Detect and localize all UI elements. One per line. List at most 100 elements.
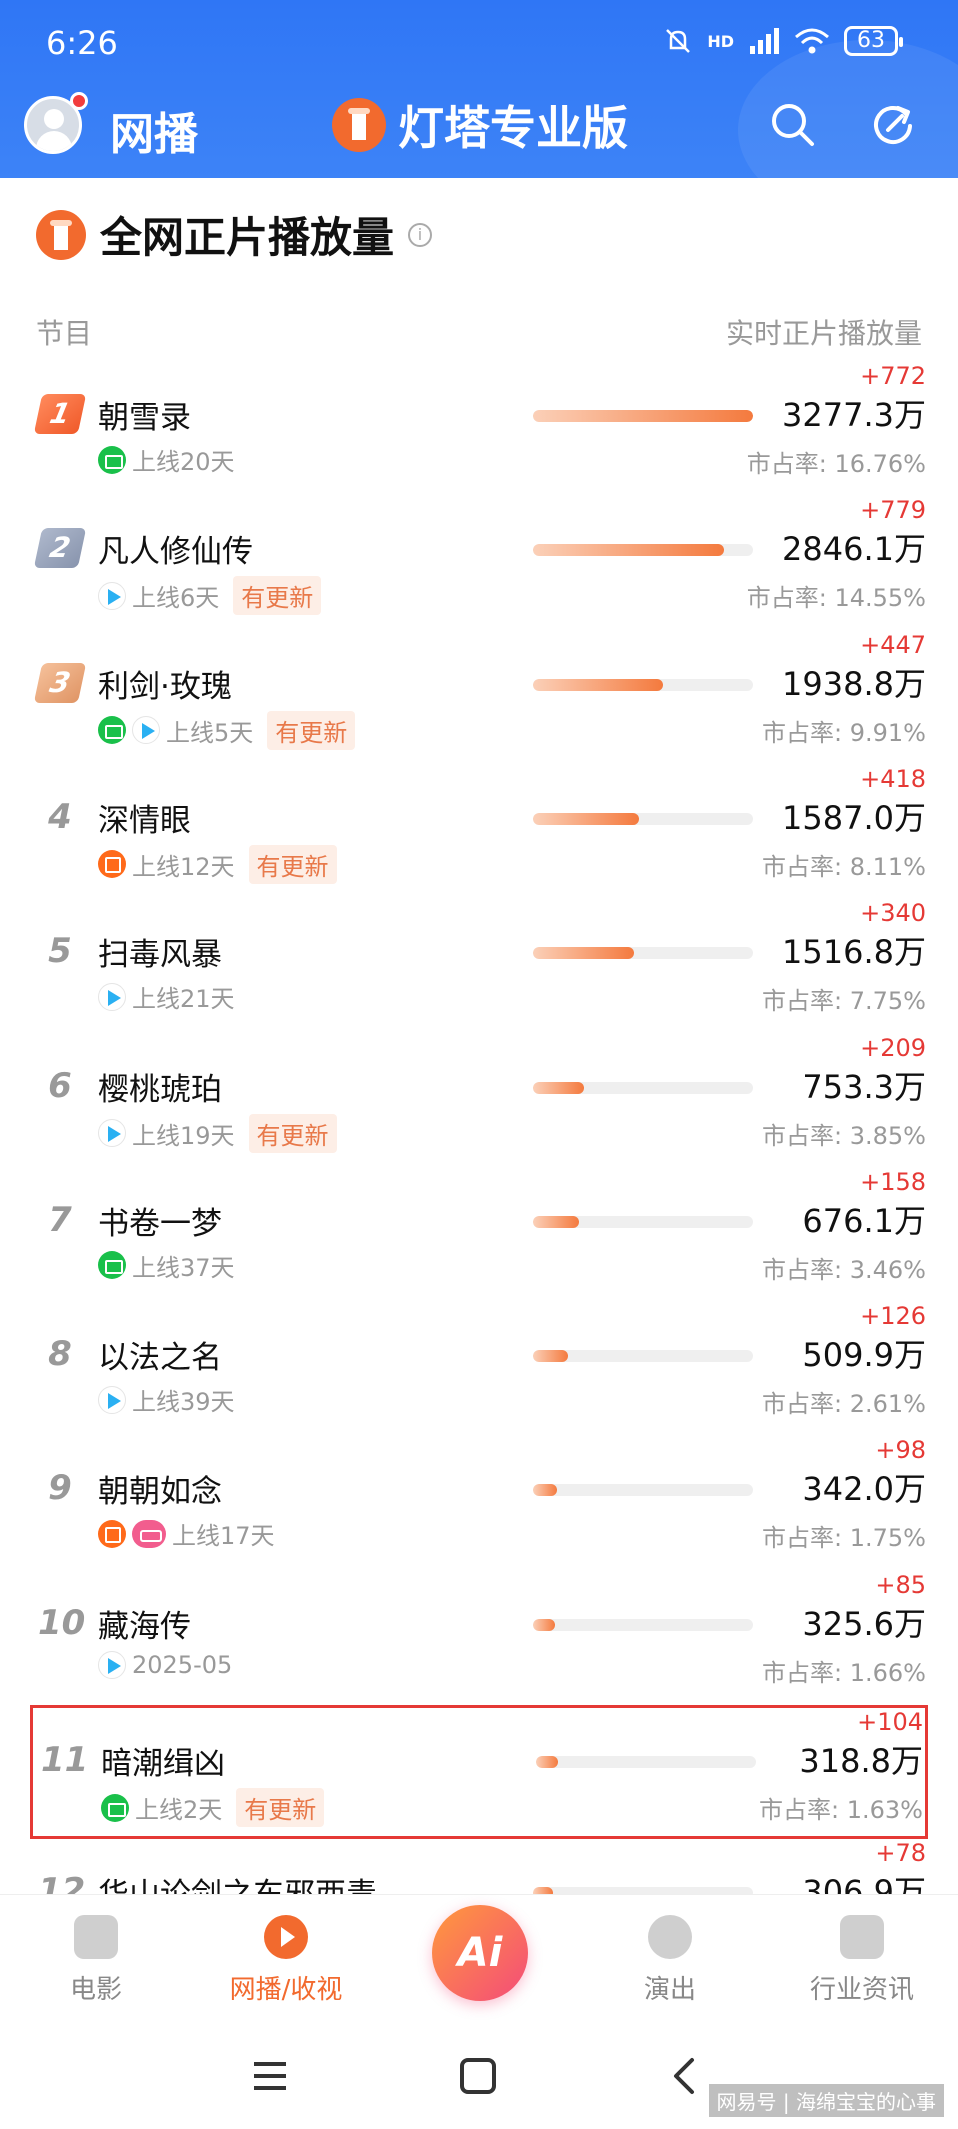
rank-badge: 2 <box>33 528 87 569</box>
tab-label: 电影 <box>69 1975 122 2005</box>
play-delta: +418 <box>860 764 926 793</box>
online-days: 上线21天 <box>132 985 235 1014</box>
tencent-platform-icon <box>98 1385 126 1414</box>
table-row[interactable]: 6 樱桃琥珀 上线19天 有更新 +209 753.3万 市占率: 3.85% <box>30 1034 928 1168</box>
show-meta: 上线19天 有更新 <box>98 1113 337 1153</box>
market-share: 市占率: 3.85% <box>762 1121 926 1150</box>
section-header: 全网正片播放量 i <box>36 204 433 265</box>
ai-button[interactable]: Ai <box>432 1905 528 2001</box>
lighthouse-logo-icon <box>332 98 386 152</box>
play-bar-fill <box>533 947 635 960</box>
play-count: 2846.1万 <box>782 530 926 569</box>
show-title[interactable]: 凡人修仙传 <box>98 526 253 571</box>
home-icon[interactable] <box>456 2054 500 2098</box>
play-count: 342.0万 <box>802 1470 926 1509</box>
show-meta: 上线21天 <box>98 979 235 1014</box>
update-badge: 有更新 <box>248 1113 337 1153</box>
show-title[interactable]: 以法之名 <box>98 1332 222 1377</box>
market-share: 市占率: 16.76% <box>746 450 926 478</box>
play-count: 1516.8万 <box>782 933 926 972</box>
show-meta: 2025-05 <box>98 1650 232 1679</box>
play-bar-track <box>533 544 753 557</box>
rank-badge: 8 <box>48 1334 72 1375</box>
tab-label: 行业资讯 <box>809 1975 914 2005</box>
show-title[interactable]: 扫毒风暴 <box>98 929 222 974</box>
table-row[interactable]: 5 扫毒风暴 上线21天 +340 1516.8万 市占率: 7.75% <box>30 899 928 1033</box>
play-count: 1938.8万 <box>782 664 926 703</box>
tencent-platform-icon <box>98 1650 126 1679</box>
play-bar-track <box>533 1081 753 1094</box>
play-count: 1587.0万 <box>782 798 926 837</box>
market-share: 市占率: 1.75% <box>762 1524 926 1553</box>
play-delta: +779 <box>860 496 926 525</box>
tab-performance[interactable]: 演出 <box>600 1915 740 2006</box>
lighthouse-icon <box>36 209 86 260</box>
bili-platform-icon <box>132 1519 166 1548</box>
table-row[interactable]: 3 利剑·玫瑰 上线5天 有更新 +447 1938.8万 市占率: 9.91% <box>30 631 928 765</box>
play-count: 318.8万 <box>799 1742 923 1780</box>
show-meta: 上线6天 有更新 <box>98 576 322 616</box>
status-icons: HD 63 <box>663 26 903 56</box>
iqiyi-platform-icon <box>98 1251 126 1280</box>
share-icon[interactable] <box>868 100 918 150</box>
menu-icon[interactable] <box>248 2054 292 2098</box>
show-title[interactable]: 书卷一梦 <box>98 1198 222 1243</box>
tencent-platform-icon <box>98 581 126 610</box>
tab-webcast[interactable]: 网播/收视 <box>216 1915 356 2006</box>
table-row[interactable]: 10 藏海传 2025-05 +85 325.6万 市占率: 1.66% <box>30 1571 928 1705</box>
back-icon[interactable] <box>664 2054 708 2098</box>
network-label: HD <box>707 31 734 51</box>
rank-badge: 11 <box>41 1740 89 1780</box>
play-delta: +104 <box>857 1708 923 1736</box>
iqiyi-platform-icon <box>98 716 126 745</box>
system-nav-bar: 网易号 | 海绵宝宝的心事 <box>0 2024 958 2129</box>
tab-label: 演出 <box>643 1975 696 2005</box>
market-share: 市占率: 8.11% <box>762 852 926 881</box>
show-title[interactable]: 暗潮缉凶 <box>101 1738 225 1783</box>
table-row[interactable]: 4 深情眼 上线12天 有更新 +418 1587.0万 市占率: 8.11% <box>30 765 928 899</box>
table-row[interactable]: 7 书卷一梦 上线37天 +158 676.1万 市占率: 3.46% <box>30 1168 928 1302</box>
tab-movie[interactable]: 电影 <box>26 1915 166 2006</box>
news-icon <box>840 1915 884 1959</box>
table-row[interactable]: 8 以法之名 上线39天 +126 509.9万 市占率: 2.61% <box>30 1302 928 1436</box>
search-icon[interactable] <box>768 100 818 150</box>
play-bar-fill <box>533 1081 584 1094</box>
watermark: 网易号 | 海绵宝宝的心事 <box>708 2084 944 2117</box>
show-title[interactable]: 深情眼 <box>98 795 191 840</box>
play-delta: +772 <box>860 362 926 390</box>
play-count: 753.3万 <box>802 1067 926 1106</box>
table-row[interactable]: 2 凡人修仙传 上线6天 有更新 +779 2846.1万 市占率: 14.55% <box>30 496 928 630</box>
online-days: 上线2天 <box>135 1796 223 1824</box>
show-meta: 上线12天 有更新 <box>98 844 337 884</box>
table-row[interactable]: 1 朝雪录 上线20天 +772 3277.3万 市占率: 16.76% <box>30 362 928 496</box>
market-share: 市占率: 2.61% <box>762 1390 926 1419</box>
online-days: 上线6天 <box>132 584 220 613</box>
market-share: 市占率: 7.75% <box>762 987 926 1016</box>
play-bar-fill <box>536 1756 558 1768</box>
play-bar-fill <box>533 1215 580 1228</box>
show-title[interactable]: 藏海传 <box>98 1601 191 1646</box>
nav-tab-label[interactable]: 网播 <box>110 98 198 162</box>
tab-news[interactable]: 行业资讯 <box>792 1915 932 2006</box>
mango-platform-icon <box>98 1519 126 1548</box>
app-header: 6:26 HD 63 网播 灯塔专业版 <box>0 0 958 178</box>
play-count: 676.1万 <box>802 1201 926 1240</box>
table-row[interactable]: 9 朝朝如念 上线17天 +98 342.0万 市占率: 1.75% <box>30 1436 928 1570</box>
rank-badge: 10 <box>38 1602 86 1643</box>
show-title[interactable]: 朝朝如念 <box>98 1466 222 1511</box>
market-share: 市占率: 1.66% <box>762 1658 926 1687</box>
notification-dot <box>70 92 88 110</box>
update-badge: 有更新 <box>248 844 337 884</box>
show-title[interactable]: 樱桃琥珀 <box>98 1064 222 1109</box>
table-row-highlighted[interactable]: 11 暗潮缉凶 上线2天 有更新 +104 318.8万 市占率: 1.63% <box>30 1705 928 1839</box>
play-bar-fill <box>533 410 753 422</box>
movie-icon <box>74 1915 118 1959</box>
play-delta: +126 <box>860 1302 926 1331</box>
brand: 灯塔专业版 <box>332 92 628 158</box>
show-title[interactable]: 朝雪录 <box>98 392 191 437</box>
tencent-platform-icon <box>98 982 126 1011</box>
show-title[interactable]: 利剑·玫瑰 <box>98 661 232 706</box>
online-days: 上线39天 <box>132 1388 235 1417</box>
play-delta: +78 <box>875 1839 926 1868</box>
info-icon[interactable]: i <box>408 222 433 247</box>
